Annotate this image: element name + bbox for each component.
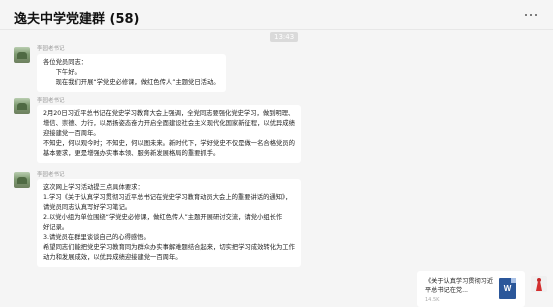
message-line: 不知史，何以观今时；不知史，何以图未来。新时代下，学好党史不仅是做一名合格党员的 <box>43 140 295 147</box>
sender-name: 李园老书记 <box>37 46 65 52</box>
file-size: 14.5K <box>425 297 440 303</box>
message-timestamp: 13:43 <box>270 32 299 42</box>
message-line: 各位党员同志： <box>43 59 88 66</box>
chat-header: 逸夫中学党建群 (58) <box>0 0 553 30</box>
message-bubble[interactable]: 各位党员同志： 下午好。 现在我们开展“学党史必修课，做红色传人”主题党日活动。 <box>37 54 226 92</box>
message-line: 增信、崇德、力行，以昂扬姿态奋力开启全面建设社会主义现代化国家新征程，以优异成绩 <box>43 120 295 127</box>
message-bubble[interactable]: 2月20日习近平总书记在党史学习教育大会上强调，全党同志要强化党史学习，做到明理… <box>37 105 301 163</box>
message-line: 现在我们开展“学党史必修课，做红色传人”主题党日活动。 <box>43 79 220 86</box>
sender-name: 李园老书记 <box>37 98 65 104</box>
message-line: 基本要求，更是增强办实事本领、服务新发展格局的重要抓手。 <box>43 150 220 157</box>
message-line: 下午好。 <box>43 69 81 76</box>
file-name: 《关于认真学习贯彻习近平总书记在党... <box>425 278 494 294</box>
self-avatar[interactable] <box>531 276 547 292</box>
message-bubble[interactable]: 这次网上学习活动提三点具体要求： 1.学习《关于认真学习贯彻习近平总书记在党史学… <box>37 179 301 267</box>
sender-avatar[interactable] <box>14 172 30 188</box>
group-title: 逸夫中学党建群 (58) <box>14 12 140 27</box>
message-line: 3.请党员在群里谈谈自己的心得感悟。 <box>43 234 150 241</box>
message-line: 好记录。 <box>43 224 69 231</box>
word-doc-icon: W <box>499 278 516 299</box>
message-line: 2.以党小组为单位围绕“学党史必修课，做红色传人”主题开展研讨交流，请党小组长作 <box>43 214 283 221</box>
message-line: 希望同志们能把党史学习教育同为群众办实事解难题结合起来，切实把学习成效转化为工作 <box>43 244 295 251</box>
message-line: 动力和发展成效，以优异成绩迎接建党一百周年。 <box>43 254 182 261</box>
more-options-icon[interactable] <box>525 12 539 18</box>
message-line: 这次网上学习活动提三点具体要求： <box>43 184 144 191</box>
message-line: 2月20日习近平总书记在党史学习教育大会上强调，全党同志要强化党史学习，做到明理… <box>43 110 295 117</box>
sender-avatar[interactable] <box>14 47 30 63</box>
word-icon-letter: W <box>503 284 512 293</box>
message-line: 1.学习《关于认真学习贯彻习近平总书记在党史学习教育动员大会上的重要讲话的通知》… <box>43 194 292 201</box>
message-line: 迎接建党一百周年。 <box>43 130 100 137</box>
message-list[interactable]: 13:43 李园老书记 各位党员同志： 下午好。 现在我们开展“学党史必修课，做… <box>0 31 553 307</box>
message-line: 请党员同志认真写好学习笔记。 <box>43 204 132 211</box>
file-attachment[interactable]: 《关于认真学习贯彻习近平总书记在党... 14.5K W <box>417 271 525 307</box>
sender-avatar[interactable] <box>14 98 30 114</box>
sender-name: 李园老书记 <box>37 172 65 178</box>
